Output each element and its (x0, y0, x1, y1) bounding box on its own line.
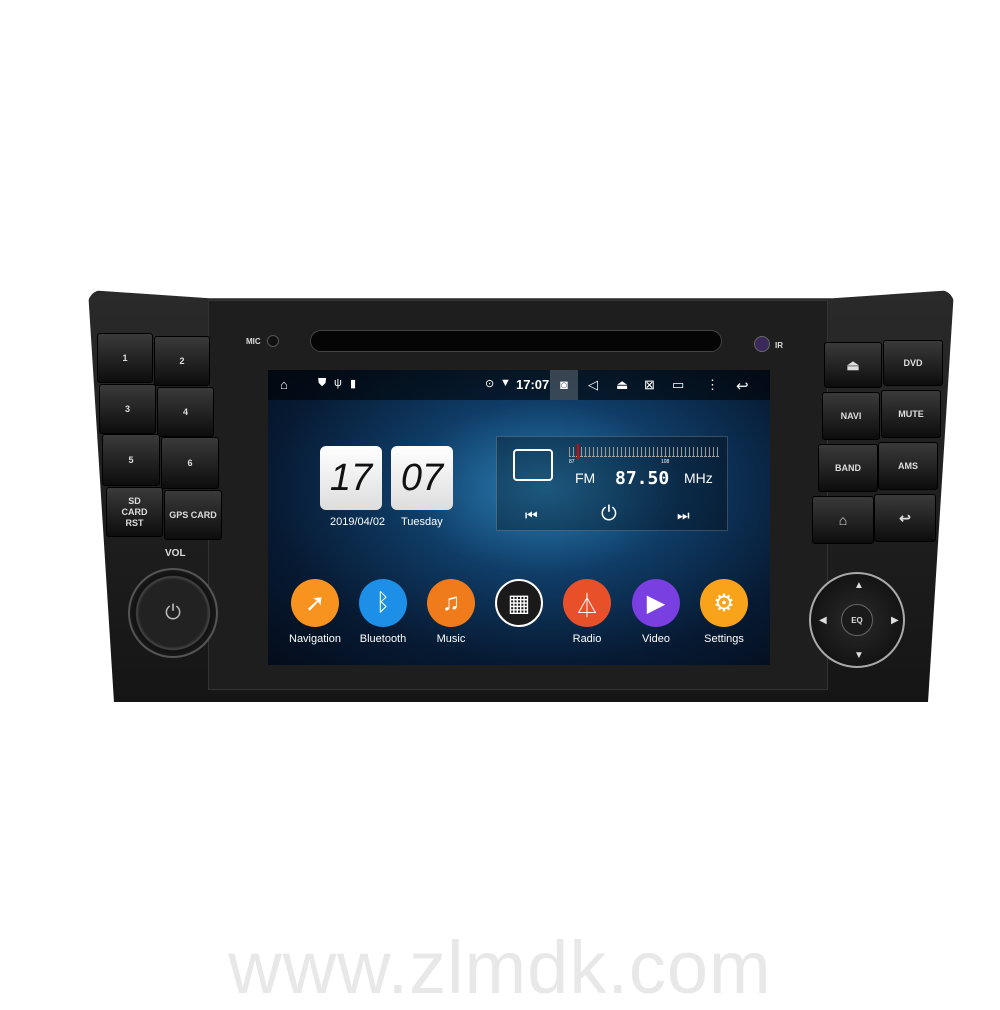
app-label: Radio (572, 633, 602, 645)
home-icon[interactable]: ⌂ (280, 377, 288, 392)
sd-card-rst-button[interactable]: SD CARD RST (106, 487, 163, 537)
navi-button[interactable]: NAVI (822, 392, 880, 440)
navigation-icon: ➚ (291, 579, 339, 627)
radio-unit: MHz (684, 470, 713, 486)
preset-6-button[interactable]: 6 (161, 437, 219, 489)
dvd-button[interactable]: DVD (883, 340, 943, 386)
vol-label: VOL (165, 548, 186, 559)
preset-5-button[interactable]: 5 (102, 434, 160, 486)
app-label: Bluetooth (359, 633, 407, 645)
gps-card-button[interactable]: GPS CARD (164, 490, 222, 540)
bluetooth-icon: ᛒ (359, 579, 407, 627)
back-button[interactable]: ↩ (874, 494, 936, 542)
preset-3-button[interactable]: 3 (99, 384, 156, 434)
dpad[interactable]: ▲ ▼ ◀ ▶ EQ (809, 572, 905, 668)
preset-2-button[interactable]: 2 (154, 336, 210, 386)
app-drawer[interactable]: ▦ (484, 579, 554, 627)
settings-icon: ⚙ (700, 579, 748, 627)
app-bluetooth[interactable]: ᛒ Bluetooth (348, 579, 418, 645)
dpad-right[interactable]: ▶ (891, 615, 899, 626)
dpad-down[interactable]: ▼ (854, 650, 864, 661)
ams-button[interactable]: AMS (878, 442, 938, 490)
power-icon: ⏻ (165, 601, 181, 624)
scale-min: 87 (569, 459, 575, 465)
dpad-left[interactable]: ◀ (819, 615, 827, 626)
usb-icon: ψ (334, 377, 342, 389)
radio-frequency: 87.50 (615, 468, 670, 489)
mic-hole (267, 335, 279, 347)
app-radio[interactable]: ⏃ Radio (552, 579, 622, 645)
radio-band: FM (575, 470, 596, 486)
radio-icon (513, 449, 553, 481)
shield-icon: ⛊ (318, 377, 327, 389)
clock-weekday: Tuesday (401, 516, 443, 528)
app-settings[interactable]: ⚙ Settings (689, 579, 759, 645)
camera-icon[interactable]: ◙ (550, 370, 578, 400)
app-video[interactable]: ▶ Video (621, 579, 691, 645)
band-button[interactable]: BAND (818, 444, 878, 492)
preset-4-button[interactable]: 4 (157, 387, 214, 437)
more-icon[interactable]: ⋮ (706, 377, 719, 393)
app-label: Video (642, 633, 670, 645)
tuning-scale (569, 447, 719, 457)
clock-minutes: 07 (391, 446, 453, 510)
tuning-needle (577, 444, 579, 460)
radio-tower-icon: ⏃ (563, 579, 611, 627)
eject-icon[interactable]: ⏏ (616, 377, 628, 393)
home-button[interactable]: ⌂ (812, 496, 874, 544)
app-label: Settings (704, 633, 744, 645)
back-icon[interactable]: ↩ (736, 377, 749, 395)
preset-1-button[interactable]: 1 (97, 333, 153, 383)
volume-icon[interactable]: ◁ (588, 377, 598, 393)
video-icon: ▶ (632, 579, 680, 627)
volume-knob[interactable]: ⏻ (128, 568, 218, 658)
ir-label: IR (775, 341, 783, 350)
clock-date: 2019/04/02 (330, 516, 386, 528)
next-icon[interactable]: ⏭ (677, 507, 690, 524)
dpad-up[interactable]: ▲ (854, 580, 864, 591)
app-music[interactable]: ♫ Music (416, 579, 486, 645)
wifi-icon: ▼ (500, 377, 511, 389)
app-label: Music (436, 633, 466, 645)
radio-power-icon[interactable]: ⏻ (601, 503, 617, 526)
scale-max: 108 (661, 459, 670, 465)
clock-hours: 17 (320, 446, 382, 510)
ir-sensor (754, 336, 770, 352)
eject-button[interactable]: ⏏ (824, 342, 882, 388)
watermark: www.zlmdk.com (228, 926, 772, 1009)
screen-icon[interactable]: ⊠ (644, 377, 655, 393)
sd-icon: ▮ (350, 378, 357, 390)
music-icon: ♫ (427, 579, 475, 627)
previous-icon[interactable]: ⏮ (525, 507, 538, 524)
radio-widget[interactable]: 87 108 FM 87.50 MHz ⏮ ⏻ ⏭ (496, 436, 728, 531)
app-label: Navigation (289, 633, 341, 645)
recent-apps-icon[interactable]: ▭ (672, 377, 684, 393)
mic-label: MIC (246, 337, 261, 346)
apps-grid-icon: ▦ (495, 579, 543, 627)
eq-button[interactable]: EQ (841, 604, 873, 636)
status-time: 17:07 (516, 377, 550, 392)
status-bar: ⌂ ⛊ ψ ▮ ⊙ ▼ 17:07 ◙ ◁ ⏏ ⊠ ▭ ⋮ ↩ (268, 370, 770, 400)
screen: ⌂ ⛊ ψ ▮ ⊙ ▼ 17:07 ◙ ◁ ⏏ ⊠ ▭ ⋮ ↩ 17 07 20… (268, 370, 770, 665)
disc-slot (310, 330, 722, 352)
app-navigation[interactable]: ➚ Navigation (280, 579, 350, 645)
location-icon: ⊙ (485, 378, 495, 390)
mute-button[interactable]: MUTE (881, 390, 941, 438)
